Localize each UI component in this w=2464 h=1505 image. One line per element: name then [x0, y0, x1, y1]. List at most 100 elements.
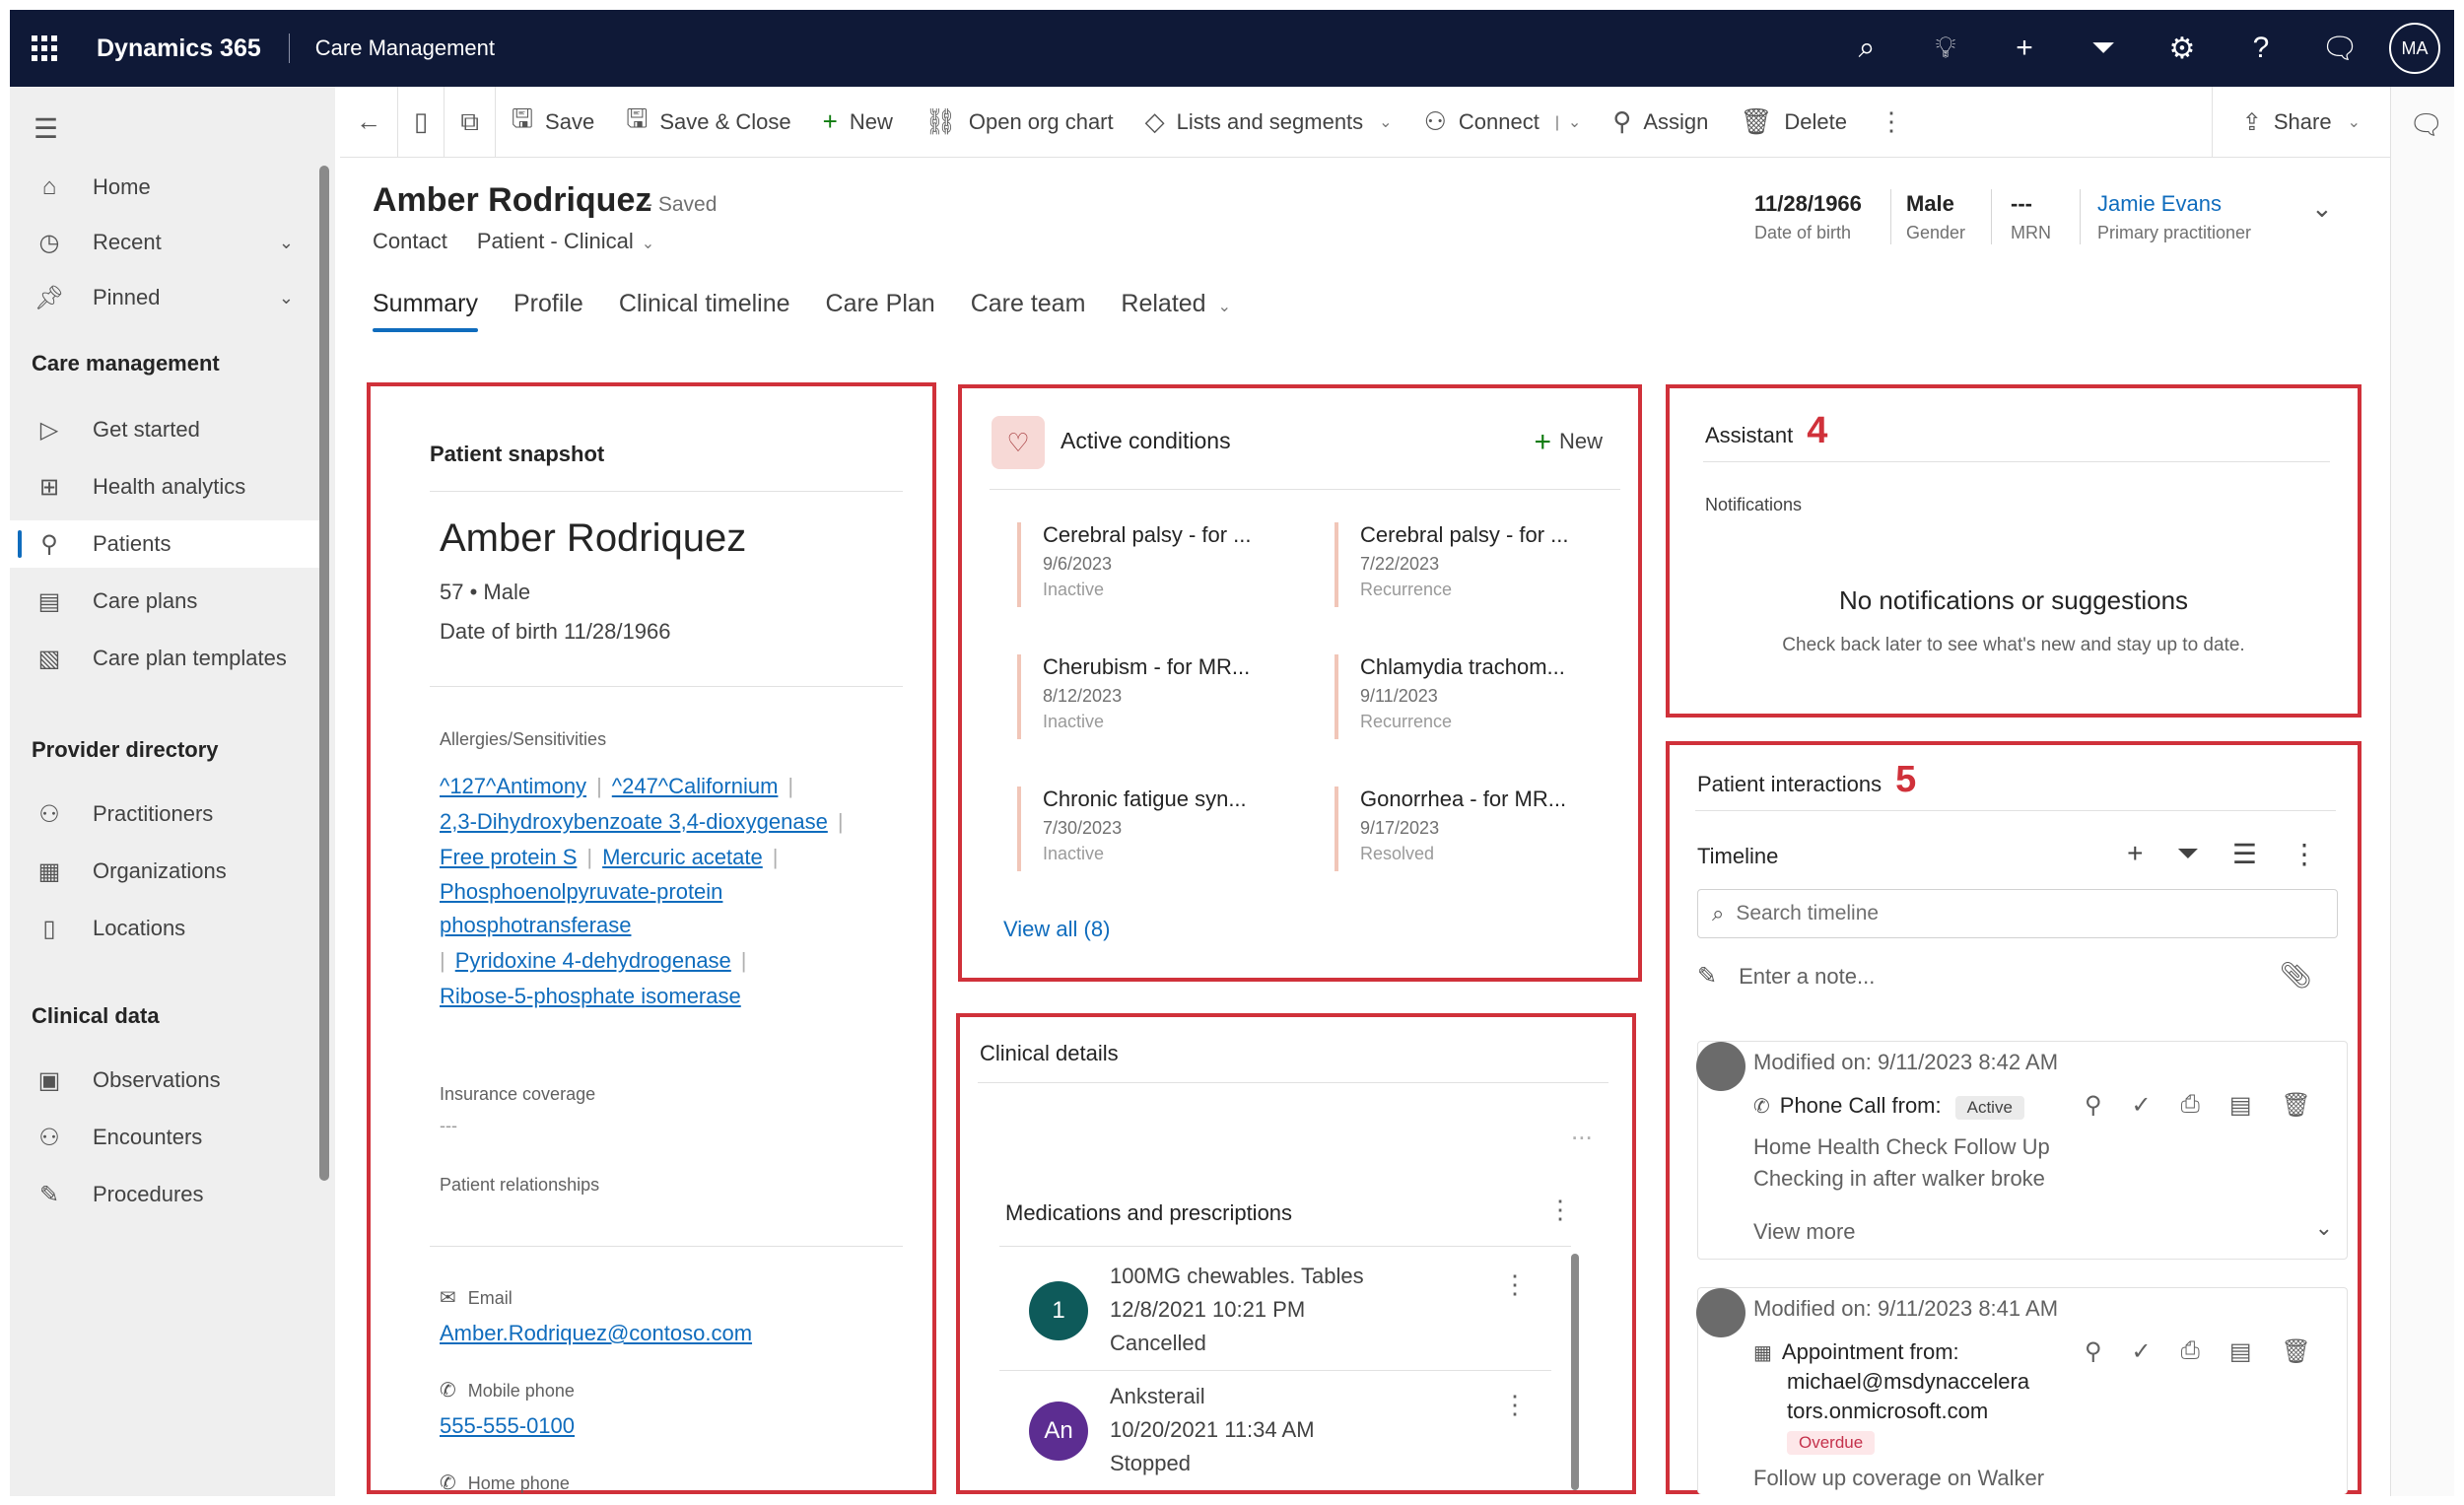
search-icon[interactable]: ⌕: [1827, 10, 1906, 87]
list-icon[interactable]: ☰: [2232, 838, 2257, 870]
chat-icon[interactable]: 🗨︎: [2409, 108, 2444, 141]
medications-scrollbar[interactable]: [1571, 1254, 1579, 1490]
nav-item-recent[interactable]: ◷ Recent ⌄: [10, 219, 325, 266]
chevron-down-icon[interactable]: ⌄: [279, 288, 294, 308]
form-icon[interactable]: ▤: [2229, 1091, 2252, 1120]
view-more-link[interactable]: View more: [1753, 1219, 1856, 1245]
allergy-link[interactable]: ^127^Antimony: [440, 774, 586, 798]
form-selector[interactable]: Patient - Clinical ⌄: [477, 229, 684, 253]
more-vertical-icon[interactable]: ⋮: [1547, 1195, 1573, 1225]
delete-button[interactable]: 🗑︎ Delete: [1724, 87, 1863, 158]
nav-item-observations[interactable]: ▣ Observations: [10, 1057, 325, 1104]
app-launcher-icon[interactable]: [10, 10, 79, 87]
new-condition-button[interactable]: + New: [1534, 426, 1603, 459]
chevron-down-icon[interactable]: ⌄: [279, 233, 294, 253]
note-input[interactable]: ✎ Enter a note...: [1697, 962, 2348, 991]
more-vertical-icon[interactable]: ⋮: [1502, 1390, 1528, 1420]
trash-icon[interactable]: 🗑︎: [2282, 1091, 2311, 1120]
nav-item-health-analytics[interactable]: ⊞ Health analytics: [10, 463, 325, 511]
chevron-down-icon[interactable]: | ⌄: [1555, 112, 1581, 132]
nav-item-locations[interactable]: ▯ Locations: [10, 905, 325, 952]
tab-care-team[interactable]: Care team: [971, 290, 1086, 332]
tab-summary[interactable]: Summary: [373, 290, 478, 332]
practitioner-link[interactable]: Jamie Evans: [2097, 191, 2251, 217]
attachment-icon[interactable]: 📎︎: [2280, 960, 2312, 991]
tab-clinical-timeline[interactable]: Clinical timeline: [619, 290, 790, 332]
lists-segments-button[interactable]: ◇ Lists and segments ⌄: [1129, 87, 1408, 158]
tab-profile[interactable]: Profile: [513, 290, 583, 332]
user-avatar[interactable]: MA: [2389, 23, 2440, 74]
medication-row[interactable]: An Anksterail 10/20/2021 11:34 AM Stoppe…: [999, 1378, 1571, 1496]
nav-scrollbar[interactable]: [319, 166, 329, 1181]
allergy-link[interactable]: Free protein S: [440, 845, 577, 869]
timeline-item[interactable]: Modified on: 9/11/2023 8:41 AM ▦ Appointm…: [1696, 1287, 2348, 1494]
nav-item-organizations[interactable]: ▦ Organizations: [10, 848, 325, 895]
timeline-item[interactable]: Modified on: 9/11/2023 8:42 AM ✆ Phone Ca…: [1696, 1041, 2348, 1260]
checkmark-icon[interactable]: ✓: [2132, 1091, 2152, 1120]
nav-item-encounters[interactable]: ⚇ Encounters: [10, 1114, 325, 1161]
tab-care-plan[interactable]: Care Plan: [826, 290, 935, 332]
more-vertical-icon[interactable]: ⋮: [1502, 1269, 1528, 1300]
nav-item-procedures[interactable]: ✎ Procedures: [10, 1171, 325, 1218]
filter-icon[interactable]: ⏷: [2064, 10, 2143, 87]
nav-item-pinned[interactable]: 📌︎ Pinned ⌄: [10, 274, 325, 321]
connect-button[interactable]: ⚇ Connect | ⌄: [1408, 87, 1598, 158]
more-vertical-icon[interactable]: ⋮: [2291, 838, 2318, 870]
nav-item-practitioners[interactable]: ⚇ Practitioners: [10, 790, 325, 838]
email-link[interactable]: Amber.Rodriquez@contoso.com: [440, 1321, 752, 1346]
allergy-link[interactable]: Pyridoxine 4-dehydrogenase: [455, 948, 731, 973]
hamburger-icon[interactable]: ☰: [34, 112, 58, 145]
assign-icon[interactable]: ⚲: [2085, 1337, 2102, 1366]
condition-card[interactable]: Cherubism - for MR... 8/12/2023 Inactive: [1017, 654, 1313, 743]
checkmark-icon[interactable]: ✓: [2132, 1337, 2152, 1366]
medication-row[interactable]: 1 100MG chewables. Tables 12/8/2021 10:2…: [999, 1258, 1571, 1376]
allergy-link[interactable]: ^247^Californium: [612, 774, 779, 798]
share-button[interactable]: ⇪ Share ⌄: [2211, 87, 2390, 158]
condition-card[interactable]: Chronic fatigue syn... 7/30/2023 Inactiv…: [1017, 787, 1313, 875]
condition-card[interactable]: Cerebral palsy - for ... 9/6/2023 Inacti…: [1017, 522, 1313, 611]
chat-icon[interactable]: 🗨︎: [2300, 10, 2379, 87]
open-org-chart-button[interactable]: ⛓︎ Open org chart: [909, 87, 1129, 158]
back-button[interactable]: ←: [340, 87, 397, 158]
plus-icon[interactable]: +: [2127, 838, 2143, 870]
chevron-down-icon[interactable]: ⌄: [1379, 112, 1392, 132]
open-icon[interactable]: ⎙: [2181, 1337, 2200, 1366]
open-new-window-button[interactable]: ⧉: [445, 87, 495, 158]
save-button[interactable]: 🖫︎ Save: [496, 87, 610, 158]
assign-button[interactable]: ⚲ Assign: [1597, 87, 1724, 158]
allergy-link[interactable]: Ribose-5-phosphate isomerase: [440, 984, 741, 1008]
save-close-button[interactable]: 🖫︎ Save & Close: [610, 87, 806, 158]
mobile-link[interactable]: 555-555-0100: [440, 1413, 575, 1439]
trash-icon[interactable]: 🗑︎: [2282, 1337, 2311, 1366]
allergy-link[interactable]: Mercuric acetate: [602, 845, 763, 869]
chevron-down-icon[interactable]: ⌄: [2315, 1215, 2333, 1241]
more-commands-button[interactable]: ⋮: [1863, 87, 1920, 158]
tab-related[interactable]: Related ⌄: [1121, 290, 1231, 332]
filter-icon[interactable]: ⏷: [2176, 838, 2198, 870]
nav-item-care-plan-templates[interactable]: ▧ Care plan templates: [10, 635, 325, 682]
form-icon[interactable]: ▤: [2229, 1337, 2252, 1366]
new-button[interactable]: + New: [807, 87, 909, 158]
chevron-down-icon[interactable]: ⌄: [2311, 193, 2333, 224]
nav-item-care-plans[interactable]: ▤ Care plans: [10, 578, 325, 625]
module-name[interactable]: Care Management: [315, 35, 495, 61]
open-icon[interactable]: ⎙: [2181, 1091, 2200, 1120]
allergy-link[interactable]: Phosphoenolpyruvate-protein phosphotrans…: [440, 875, 765, 942]
search-timeline-input[interactable]: ⌕ Search timeline: [1697, 889, 2338, 938]
record-set-button[interactable]: ▯: [398, 87, 444, 158]
help-icon[interactable]: ?: [2222, 10, 2300, 87]
lightbulb-icon[interactable]: 💡︎: [1906, 10, 1985, 87]
nav-item-home[interactable]: ⌂ Home: [10, 164, 325, 211]
nav-item-patients[interactable]: ⚲ Patients: [10, 520, 325, 568]
plus-icon[interactable]: +: [1985, 10, 2064, 87]
condition-card[interactable]: Gonorrhea - for MR... 9/17/2023 Resolved: [1335, 787, 1630, 875]
assign-icon[interactable]: ⚲: [2085, 1091, 2102, 1120]
view-all-conditions-link[interactable]: View all (8): [1003, 917, 1110, 942]
app-name[interactable]: Dynamics 365: [97, 34, 261, 63]
more-icon[interactable]: ...: [1571, 1116, 1593, 1146]
condition-card[interactable]: Cerebral palsy - for ... 7/22/2023 Recur…: [1335, 522, 1630, 611]
gear-icon[interactable]: ⚙: [2143, 10, 2222, 87]
condition-card[interactable]: Chlamydia trachom... 9/11/2023 Recurrenc…: [1335, 654, 1630, 743]
allergy-link[interactable]: 2,3-Dihydroxybenzoate 3,4-dioxygenase: [440, 809, 828, 834]
nav-item-get-started[interactable]: ▷ Get started: [10, 406, 325, 453]
